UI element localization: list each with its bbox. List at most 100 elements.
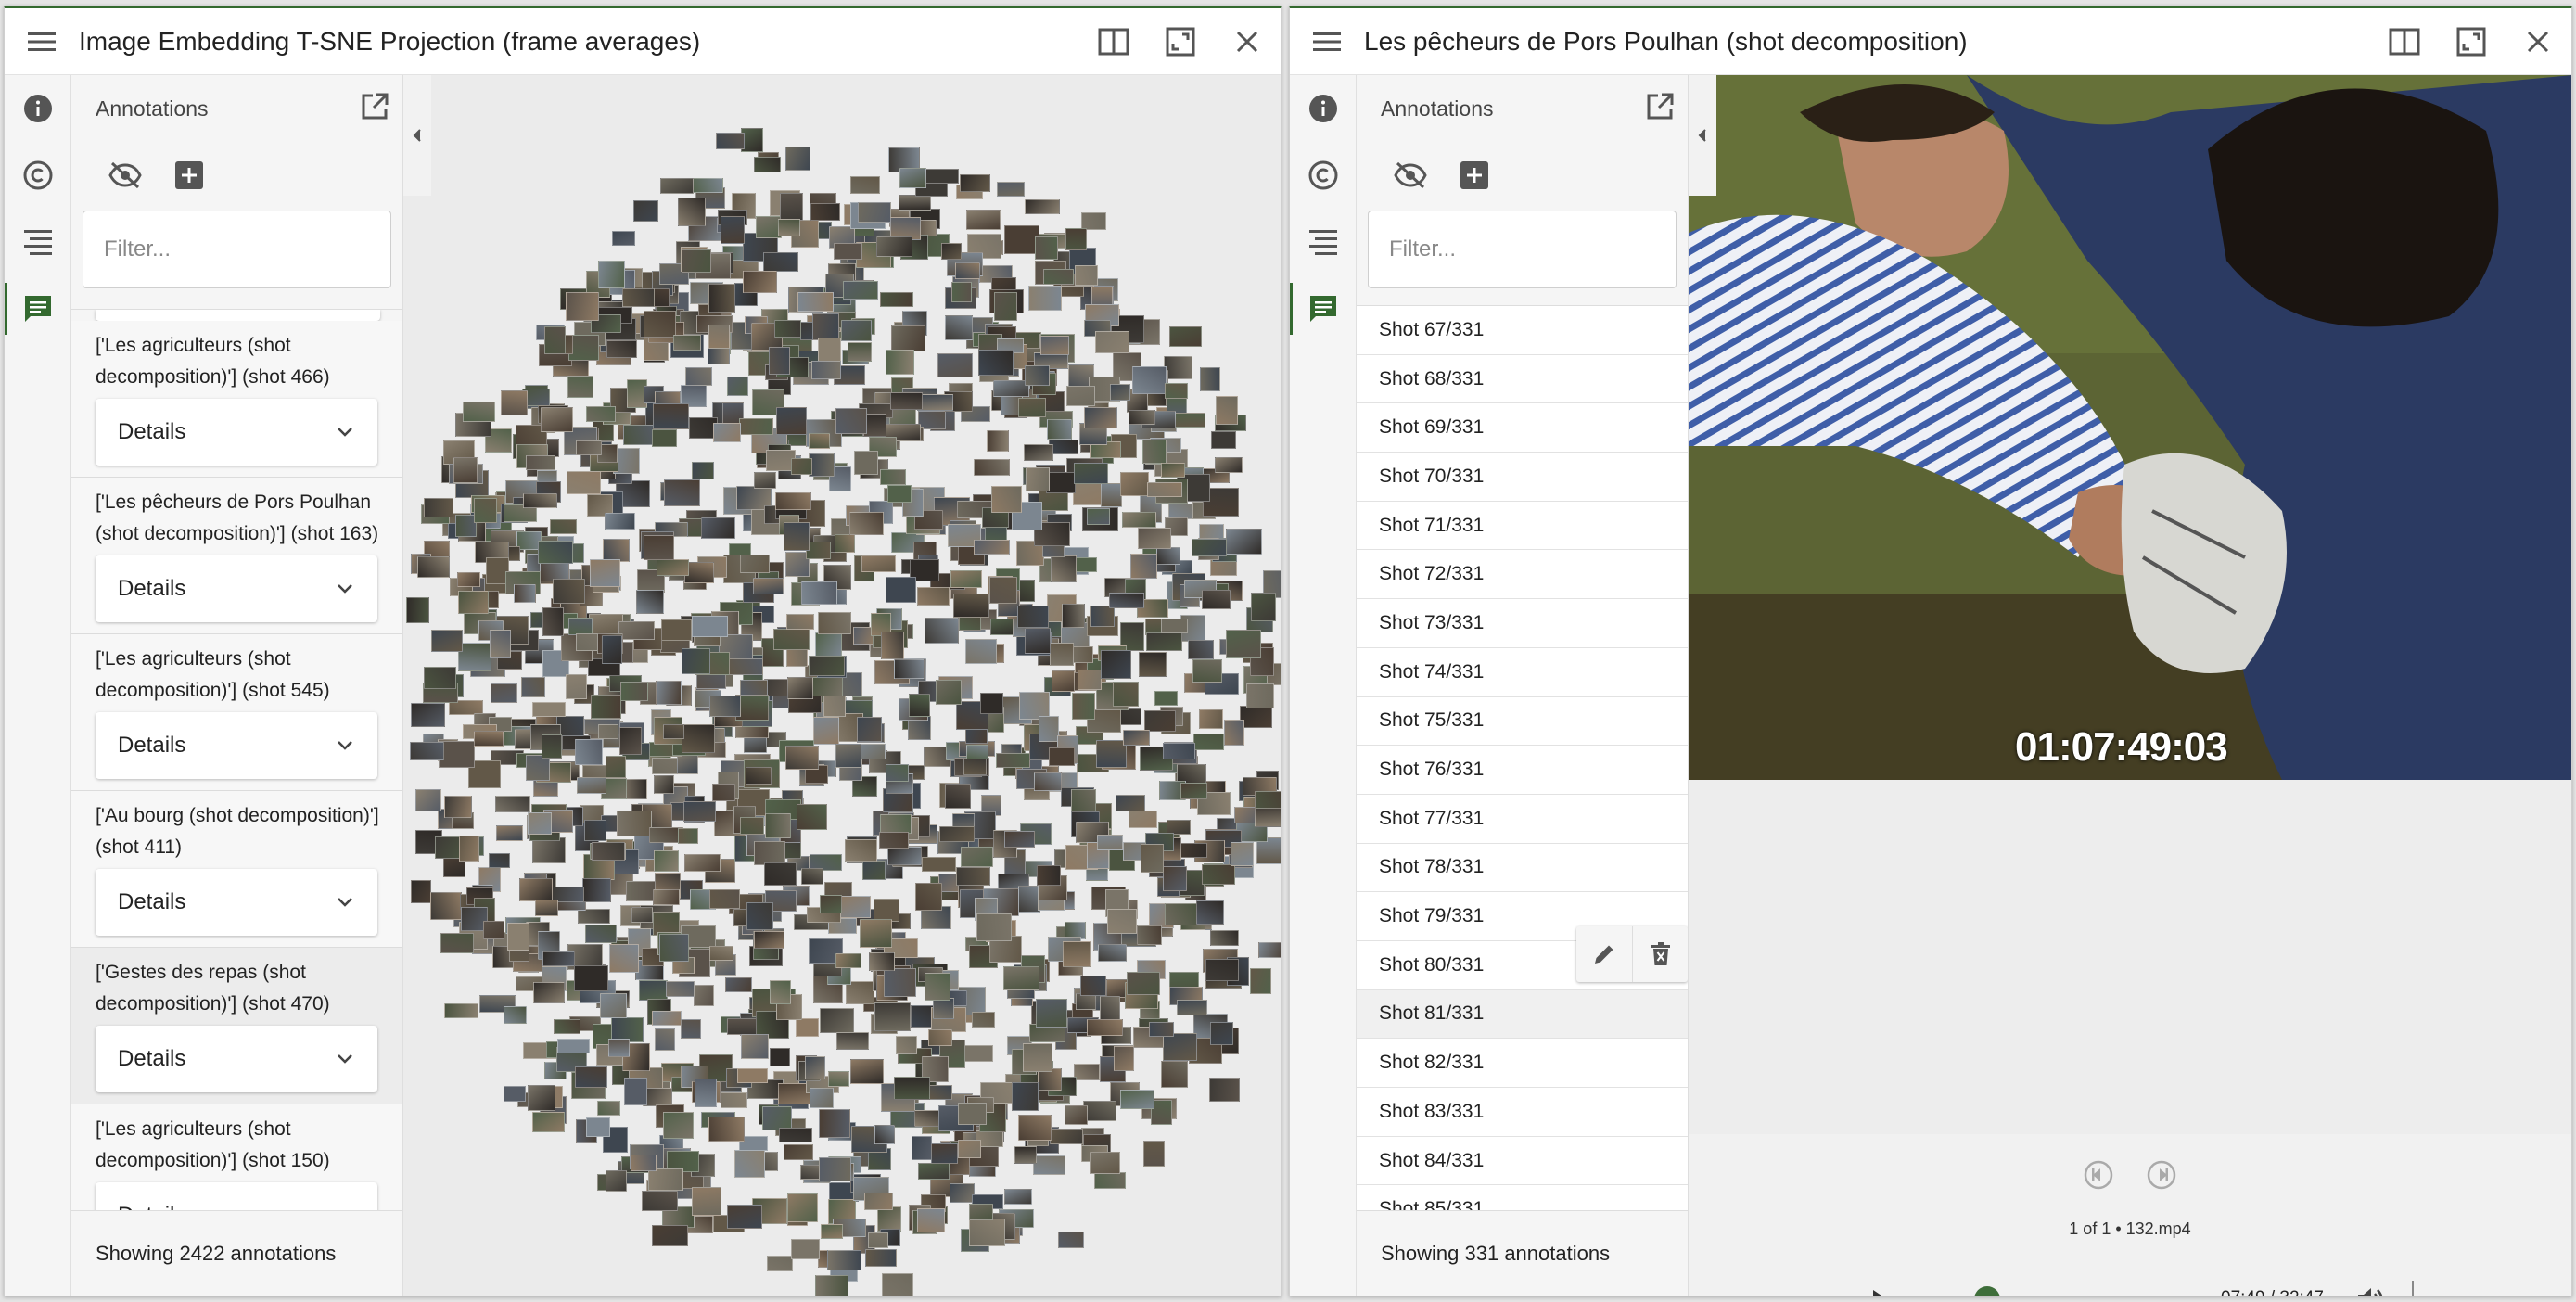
tsne-thumbnail[interactable] <box>739 555 770 574</box>
tsne-thumbnail[interactable] <box>914 883 942 911</box>
rail-annotations-button[interactable] <box>1290 275 1357 342</box>
tsne-thumbnail[interactable] <box>950 281 972 302</box>
tsne-thumbnail[interactable] <box>1119 471 1149 496</box>
tsne-thumbnail[interactable] <box>1004 830 1036 848</box>
tsne-thumbnail[interactable] <box>657 559 690 576</box>
tsne-thumbnail[interactable] <box>800 868 823 886</box>
tsne-thumbnail[interactable] <box>695 1079 718 1108</box>
rail-toc-button[interactable] <box>1290 209 1357 275</box>
tsne-thumbnail[interactable] <box>619 727 643 756</box>
tsne-thumbnail[interactable] <box>540 407 573 433</box>
tsne-thumbnail[interactable] <box>538 540 574 564</box>
tsne-thumbnail[interactable] <box>935 680 962 706</box>
tsne-thumbnail[interactable] <box>787 676 813 699</box>
tsne-thumbnail[interactable] <box>1024 628 1051 655</box>
tsne-thumbnail[interactable] <box>1036 865 1061 886</box>
tsne-thumbnail[interactable] <box>891 326 926 352</box>
tsne-thumbnail[interactable] <box>1003 1189 1032 1206</box>
tsne-thumbnail[interactable] <box>1201 864 1235 886</box>
tsne-thumbnail[interactable] <box>565 673 587 699</box>
tsne-thumbnail[interactable] <box>886 577 917 603</box>
tsne-thumbnail[interactable] <box>835 408 867 435</box>
tsne-thumbnail[interactable] <box>542 606 564 636</box>
tsne-thumbnail[interactable] <box>968 1218 1005 1246</box>
tsne-thumbnail[interactable] <box>666 981 695 998</box>
tsne-thumbnail[interactable] <box>618 620 656 640</box>
tsne-thumbnail[interactable] <box>684 366 712 386</box>
tsne-thumbnail[interactable] <box>535 900 559 917</box>
tsne-thumbnail[interactable] <box>1061 604 1085 628</box>
tsne-thumbnail[interactable] <box>779 192 803 221</box>
tsne-thumbnail[interactable] <box>1071 693 1095 720</box>
tsne-thumbnail[interactable] <box>1049 747 1076 766</box>
tsne-thumbnail[interactable] <box>1163 743 1196 760</box>
tsne-thumbnail[interactable] <box>681 249 711 274</box>
tsne-thumbnail[interactable] <box>841 320 873 342</box>
tsne-thumbnail[interactable] <box>716 133 746 150</box>
tsne-thumbnail[interactable] <box>663 1112 695 1139</box>
tsne-thumbnail[interactable] <box>641 1190 678 1211</box>
tsne-thumbnail[interactable] <box>899 195 932 211</box>
tsne-thumbnail[interactable] <box>784 1144 814 1160</box>
tsne-thumbnail[interactable] <box>1160 1060 1188 1088</box>
tsne-thumbnail[interactable] <box>924 617 959 644</box>
tsne-thumbnail[interactable] <box>727 376 748 396</box>
tsne-thumbnail[interactable] <box>567 376 593 399</box>
tsne-thumbnail[interactable] <box>608 1039 631 1058</box>
tsne-thumbnail[interactable] <box>882 1272 914 1296</box>
tsne-thumbnail[interactable] <box>682 647 710 674</box>
tsne-thumbnail[interactable] <box>1129 553 1157 579</box>
tsne-thumbnail[interactable] <box>925 168 960 184</box>
tsne-thumbnail[interactable] <box>971 1012 995 1028</box>
tsne-thumbnail[interactable] <box>631 1154 657 1171</box>
tsne-thumbnail[interactable] <box>1100 483 1122 508</box>
tsne-thumbnail[interactable] <box>753 157 781 173</box>
tsne-thumbnail[interactable] <box>523 493 558 509</box>
tsne-thumbnail[interactable] <box>1083 406 1117 428</box>
tsne-thumbnail[interactable] <box>453 456 478 483</box>
shot-row[interactable]: Shot 78/331 <box>1357 843 1688 893</box>
tsne-thumbnail[interactable] <box>1071 789 1097 813</box>
tsne-thumbnail[interactable] <box>609 944 640 974</box>
tsne-thumbnail[interactable] <box>845 838 877 862</box>
tsne-thumbnail[interactable] <box>643 534 674 560</box>
tsne-thumbnail[interactable] <box>631 907 653 924</box>
tsne-thumbnail[interactable] <box>875 236 912 257</box>
shot-row[interactable]: Shot 82/331 <box>1357 1039 1688 1088</box>
tsne-thumbnail[interactable] <box>860 918 893 948</box>
split-view-button[interactable] <box>1080 8 1147 75</box>
tsne-thumbnail[interactable] <box>886 847 922 865</box>
toggle-visibility-button[interactable] <box>108 161 142 189</box>
tsne-thumbnail[interactable] <box>818 1157 851 1182</box>
tsne-thumbnail[interactable] <box>846 980 874 1004</box>
volume-button[interactable] <box>2356 1286 2384 1296</box>
tsne-thumbnail[interactable] <box>933 998 955 1020</box>
tsne-thumbnail[interactable] <box>662 724 684 740</box>
tsne-thumbnail[interactable] <box>1058 1232 1085 1249</box>
tsne-thumbnail[interactable] <box>1018 1115 1052 1142</box>
tsne-thumbnail[interactable] <box>968 1203 993 1220</box>
close-window-button[interactable] <box>2505 8 2571 75</box>
open-in-new-button[interactable] <box>1645 92 1675 121</box>
tsne-thumbnail[interactable] <box>659 177 694 194</box>
tsne-thumbnail[interactable] <box>1257 942 1281 959</box>
tsne-thumbnail[interactable] <box>1039 335 1069 355</box>
tsne-thumbnail[interactable] <box>1215 457 1243 474</box>
tsne-thumbnail[interactable] <box>430 629 463 652</box>
tsne-thumbnail[interactable] <box>409 741 444 760</box>
tsne-thumbnail[interactable] <box>528 1085 556 1112</box>
tsne-thumbnail[interactable] <box>1016 605 1049 628</box>
tsne-thumbnail[interactable] <box>889 392 923 411</box>
tsne-thumbnail[interactable] <box>879 831 910 849</box>
tsne-thumbnail[interactable] <box>1113 681 1139 707</box>
tsne-thumbnail[interactable] <box>957 1139 981 1158</box>
tsne-thumbnail[interactable] <box>1200 366 1221 391</box>
tsne-thumbnail[interactable] <box>596 1101 620 1117</box>
tsne-thumbnail[interactable] <box>655 680 682 705</box>
tsne-thumbnail[interactable] <box>965 745 988 760</box>
tsne-thumbnail[interactable] <box>899 167 927 188</box>
tsne-thumbnail[interactable] <box>874 1002 911 1031</box>
tsne-thumbnail[interactable] <box>917 393 954 411</box>
tsne-thumbnail[interactable] <box>583 819 606 841</box>
tsne-thumbnail[interactable] <box>1114 1045 1134 1071</box>
